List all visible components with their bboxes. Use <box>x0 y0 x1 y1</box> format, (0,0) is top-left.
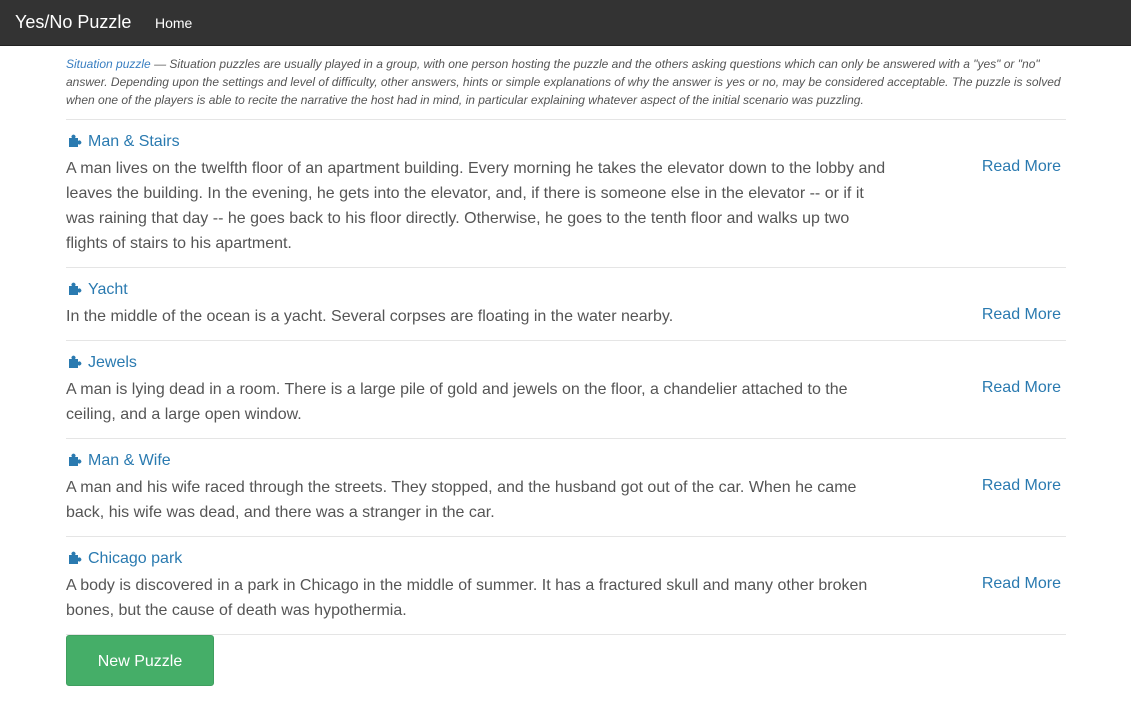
new-puzzle-button[interactable]: New Puzzle <box>66 635 214 686</box>
puzzle-title: Man & Wife <box>88 452 171 469</box>
nav-home-link[interactable]: Home <box>155 14 192 32</box>
read-more-link[interactable]: Read More <box>982 156 1061 178</box>
puzzle-piece-icon <box>69 453 82 466</box>
list-item: Man & Wife A man and his wife raced thro… <box>66 438 1066 536</box>
read-more-link[interactable]: Read More <box>982 475 1061 497</box>
list-item: Yacht In the middle of the ocean is a ya… <box>66 267 1066 340</box>
situation-puzzle-link[interactable]: Situation puzzle <box>66 57 151 71</box>
list-divider <box>66 634 1066 635</box>
puzzle-title-link[interactable]: Man & Stairs <box>68 131 180 153</box>
read-more-link[interactable]: Read More <box>982 304 1061 326</box>
puzzle-list: Man & Stairs A man lives on the twelfth … <box>66 119 1066 635</box>
list-item: Jewels A man is lying dead in a room. Th… <box>66 340 1066 438</box>
puzzle-piece-icon <box>69 282 82 295</box>
list-item: Man & Stairs A man lives on the twelfth … <box>66 119 1066 267</box>
puzzle-title: Jewels <box>88 354 137 371</box>
puzzle-title-link[interactable]: Chicago park <box>68 548 182 570</box>
list-item: Chicago park A body is discovered in a p… <box>66 536 1066 634</box>
puzzle-description: A man lives on the twelfth floor of an a… <box>66 160 886 252</box>
read-more-link[interactable]: Read More <box>982 573 1061 595</box>
puzzle-description: A man and his wife raced through the str… <box>66 479 857 521</box>
puzzle-title: Man & Stairs <box>88 133 180 150</box>
read-more-link[interactable]: Read More <box>982 377 1061 399</box>
puzzle-piece-icon <box>69 551 82 564</box>
intro-description: — Situation puzzles are usually played i… <box>66 57 1061 107</box>
puzzle-description: In the middle of the ocean is a yacht. S… <box>66 308 674 325</box>
puzzle-description: A body is discovered in a park in Chicag… <box>66 577 868 619</box>
puzzle-title-link[interactable]: Jewels <box>68 352 137 374</box>
puzzle-title: Yacht <box>88 281 128 298</box>
intro-text: Situation puzzle — Situation puzzles are… <box>66 55 1066 109</box>
puzzle-description: A man is lying dead in a room. There is … <box>66 381 848 423</box>
puzzle-title: Chicago park <box>88 550 183 567</box>
brand-link[interactable]: Yes/No Puzzle <box>15 12 131 32</box>
navbar: Yes/No Puzzle Home <box>0 0 1131 46</box>
puzzle-title-link[interactable]: Man & Wife <box>68 450 171 472</box>
puzzle-title-link[interactable]: Yacht <box>68 279 128 301</box>
puzzle-piece-icon <box>69 355 82 368</box>
puzzle-piece-icon <box>69 134 82 147</box>
